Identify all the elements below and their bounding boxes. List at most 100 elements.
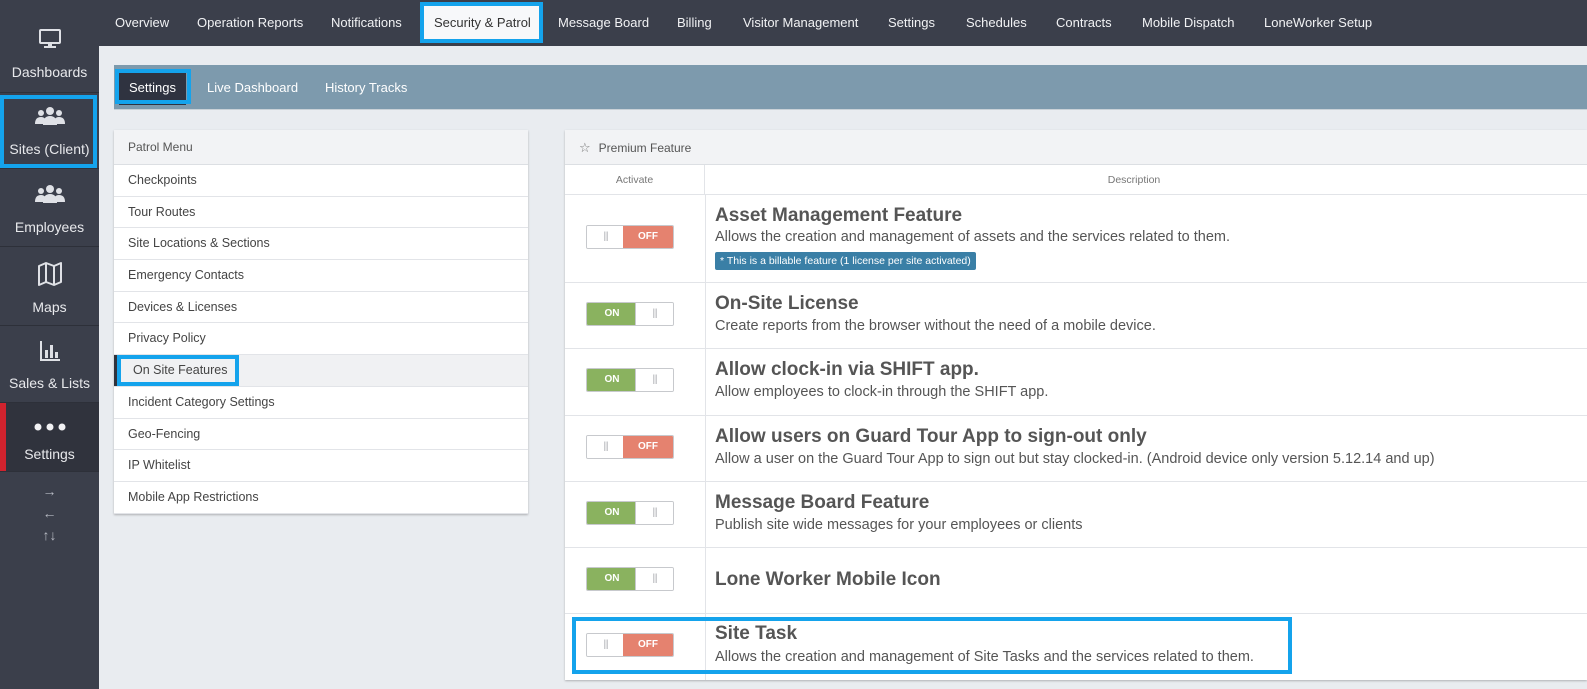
feature-title: Allow users on Guard Tour App to sign-ou… bbox=[715, 426, 1147, 447]
tab-contracts[interactable]: Contracts bbox=[1056, 0, 1112, 46]
toggle-knob: ||| bbox=[587, 634, 625, 656]
patrol-menu-item-geo-fencing[interactable]: Geo-Fencing bbox=[114, 419, 528, 451]
feature-title: Allow clock-in via SHIFT app. bbox=[715, 359, 979, 380]
patrol-menu-item-emergency-contacts[interactable]: Emergency Contacts bbox=[114, 260, 528, 292]
feature-description: Publish site wide messages for your empl… bbox=[715, 517, 1083, 533]
arrow-left-icon[interactable]: ← bbox=[0, 502, 99, 524]
patrol-menu: Patrol Menu Checkpoints Tour Routes Site… bbox=[114, 130, 528, 514]
star-icon: ☆ bbox=[579, 140, 591, 155]
feature-row-clock-in-shift: ON ||| Allow clock-in via SHIFT app. All… bbox=[565, 349, 1587, 416]
toggle-state: OFF bbox=[623, 436, 673, 458]
tab-loneworker-setup[interactable]: LoneWorker Setup bbox=[1264, 0, 1372, 46]
sidebar-item-label: Settings bbox=[24, 446, 75, 462]
feature-description: Allows the creation and management of as… bbox=[715, 229, 1231, 245]
sidebar-item-label: Dashboards bbox=[11, 64, 88, 80]
sidebar-item-label: Sites (Client) bbox=[9, 141, 90, 157]
asset-management-toggle[interactable]: ||| OFF bbox=[586, 225, 674, 249]
sidebar-item-sales-lists[interactable]: Sales & Lists bbox=[0, 326, 99, 403]
sidebar-item-label: Maps bbox=[32, 299, 67, 315]
sidebar-collapse-arrows[interactable]: → ← ↑↓ bbox=[0, 480, 99, 546]
premium-features-panel: ☆ Premium Feature Activate Description ||… bbox=[565, 130, 1587, 680]
table-header: Activate Description bbox=[565, 165, 1587, 195]
feature-row-site-task: ||| OFF Site Task Allows the creation an… bbox=[565, 614, 1587, 680]
subtab-history-tracks[interactable]: History Tracks bbox=[325, 65, 407, 110]
monitor-icon bbox=[38, 29, 61, 48]
patrol-menu-item-incident-category[interactable]: Incident Category Settings bbox=[114, 387, 528, 419]
toggle-state: ON bbox=[587, 369, 637, 391]
patrol-menu-item-on-site-features[interactable]: On Site Features bbox=[114, 355, 528, 387]
patrol-menu-item-checkpoints[interactable]: Checkpoints bbox=[114, 165, 528, 197]
tab-notifications[interactable]: Notifications bbox=[331, 0, 402, 46]
site-task-toggle[interactable]: ||| OFF bbox=[586, 633, 674, 657]
map-icon bbox=[37, 262, 62, 286]
tab-message-board[interactable]: Message Board bbox=[558, 0, 649, 46]
users-group-icon bbox=[34, 107, 65, 125]
tab-overview[interactable]: Overview bbox=[115, 0, 169, 46]
feature-description: Allows the creation and management of Si… bbox=[715, 649, 1254, 665]
feature-row-on-site-license: ON ||| On-Site License Create reports fr… bbox=[565, 283, 1587, 349]
feature-title: On-Site License bbox=[715, 293, 859, 314]
feature-title: Message Board Feature bbox=[715, 492, 930, 513]
billable-badge: * This is a billable feature (1 license … bbox=[715, 252, 976, 270]
sidebar-item-maps[interactable]: Maps bbox=[0, 247, 99, 326]
sidebar-item-dashboards[interactable]: Dashboards bbox=[0, 0, 99, 93]
patrol-menu-item-devices-licenses[interactable]: Devices & Licenses bbox=[114, 292, 528, 324]
lone-worker-icon-toggle[interactable]: ON ||| bbox=[586, 567, 674, 591]
feature-row-lone-worker-icon: ON ||| Lone Worker Mobile Icon bbox=[565, 548, 1587, 614]
feature-description: Allow employees to clock-in through the … bbox=[715, 384, 1049, 400]
toggle-knob: ||| bbox=[635, 502, 673, 524]
sidebar-item-sites-client[interactable]: Sites (Client) bbox=[0, 93, 99, 169]
tab-operation-reports[interactable]: Operation Reports bbox=[197, 0, 303, 46]
employees-icon bbox=[34, 185, 65, 203]
sub-navigation: Settings Live Dashboard History Tracks bbox=[114, 65, 1587, 110]
toggle-knob: ||| bbox=[635, 303, 673, 325]
feature-description: Allow a user on the Guard Tour App to si… bbox=[715, 451, 1435, 467]
feature-row-asset-management: ||| OFF Asset Management Feature Allows … bbox=[565, 195, 1587, 283]
guard-tour-sign-out-toggle[interactable]: ||| OFF bbox=[586, 435, 674, 459]
bar-chart-icon bbox=[39, 341, 60, 361]
sidebar-item-settings[interactable]: Settings bbox=[0, 403, 99, 472]
feature-title: Asset Management Feature bbox=[715, 205, 963, 226]
toggle-state: ON bbox=[587, 502, 637, 524]
patrol-menu-item-mobile-app-restrictions[interactable]: Mobile App Restrictions bbox=[114, 482, 528, 514]
column-activate: Activate bbox=[565, 165, 705, 195]
feature-row-guard-tour-sign-out: ||| OFF Allow users on Guard Tour App to… bbox=[565, 416, 1587, 482]
column-description: Description bbox=[1107, 174, 1161, 186]
toggle-state: ON bbox=[587, 303, 637, 325]
sidebar-item-label: Sales & Lists bbox=[9, 375, 90, 391]
toggle-state: ON bbox=[587, 568, 637, 590]
feature-description: Create reports from the browser without … bbox=[715, 318, 1156, 334]
left-sidebar: Dashboards Sites (Client) Employees Maps… bbox=[0, 0, 99, 689]
toggle-knob: ||| bbox=[635, 369, 673, 391]
toggle-state: OFF bbox=[623, 226, 673, 248]
patrol-menu-item-privacy-policy[interactable]: Privacy Policy bbox=[114, 323, 528, 356]
patrol-menu-item-site-locations[interactable]: Site Locations & Sections bbox=[114, 228, 528, 261]
on-site-license-toggle[interactable]: ON ||| bbox=[586, 302, 674, 326]
clock-in-shift-toggle[interactable]: ON ||| bbox=[586, 368, 674, 392]
arrow-right-icon[interactable]: → bbox=[0, 480, 99, 502]
subtab-live-dashboard[interactable]: Live Dashboard bbox=[207, 65, 298, 110]
toggle-knob: ||| bbox=[587, 436, 625, 458]
subtab-settings[interactable]: Settings bbox=[119, 70, 186, 105]
feature-title: Lone Worker Mobile Icon bbox=[715, 569, 941, 590]
message-board-toggle[interactable]: ON ||| bbox=[586, 501, 674, 525]
premium-feature-header: ☆ Premium Feature bbox=[565, 130, 1587, 165]
tab-security-patrol[interactable]: Security & Patrol bbox=[424, 3, 541, 43]
feature-row-message-board: ON ||| Message Board Feature Publish sit… bbox=[565, 482, 1587, 548]
tab-visitor-management[interactable]: Visitor Management bbox=[743, 0, 858, 46]
toggle-knob: ||| bbox=[587, 226, 625, 248]
toggle-state: OFF bbox=[623, 634, 673, 656]
patrol-menu-item-ip-whitelist[interactable]: IP Whitelist bbox=[114, 450, 528, 482]
tab-billing[interactable]: Billing bbox=[677, 0, 712, 46]
top-navigation: Overview Operation Reports Notifications… bbox=[99, 0, 1587, 46]
arrow-up-down-icon[interactable]: ↑↓ bbox=[0, 524, 99, 546]
tab-settings[interactable]: Settings bbox=[888, 0, 935, 46]
patrol-menu-title: Patrol Menu bbox=[114, 130, 528, 165]
tab-schedules[interactable]: Schedules bbox=[966, 0, 1027, 46]
sidebar-item-employees[interactable]: Employees bbox=[0, 169, 99, 247]
premium-feature-title: Premium Feature bbox=[598, 141, 692, 155]
feature-title: Site Task bbox=[715, 623, 798, 644]
sidebar-item-label: Employees bbox=[14, 219, 85, 235]
patrol-menu-item-tour-routes[interactable]: Tour Routes bbox=[114, 197, 528, 229]
tab-mobile-dispatch[interactable]: Mobile Dispatch bbox=[1142, 0, 1235, 46]
